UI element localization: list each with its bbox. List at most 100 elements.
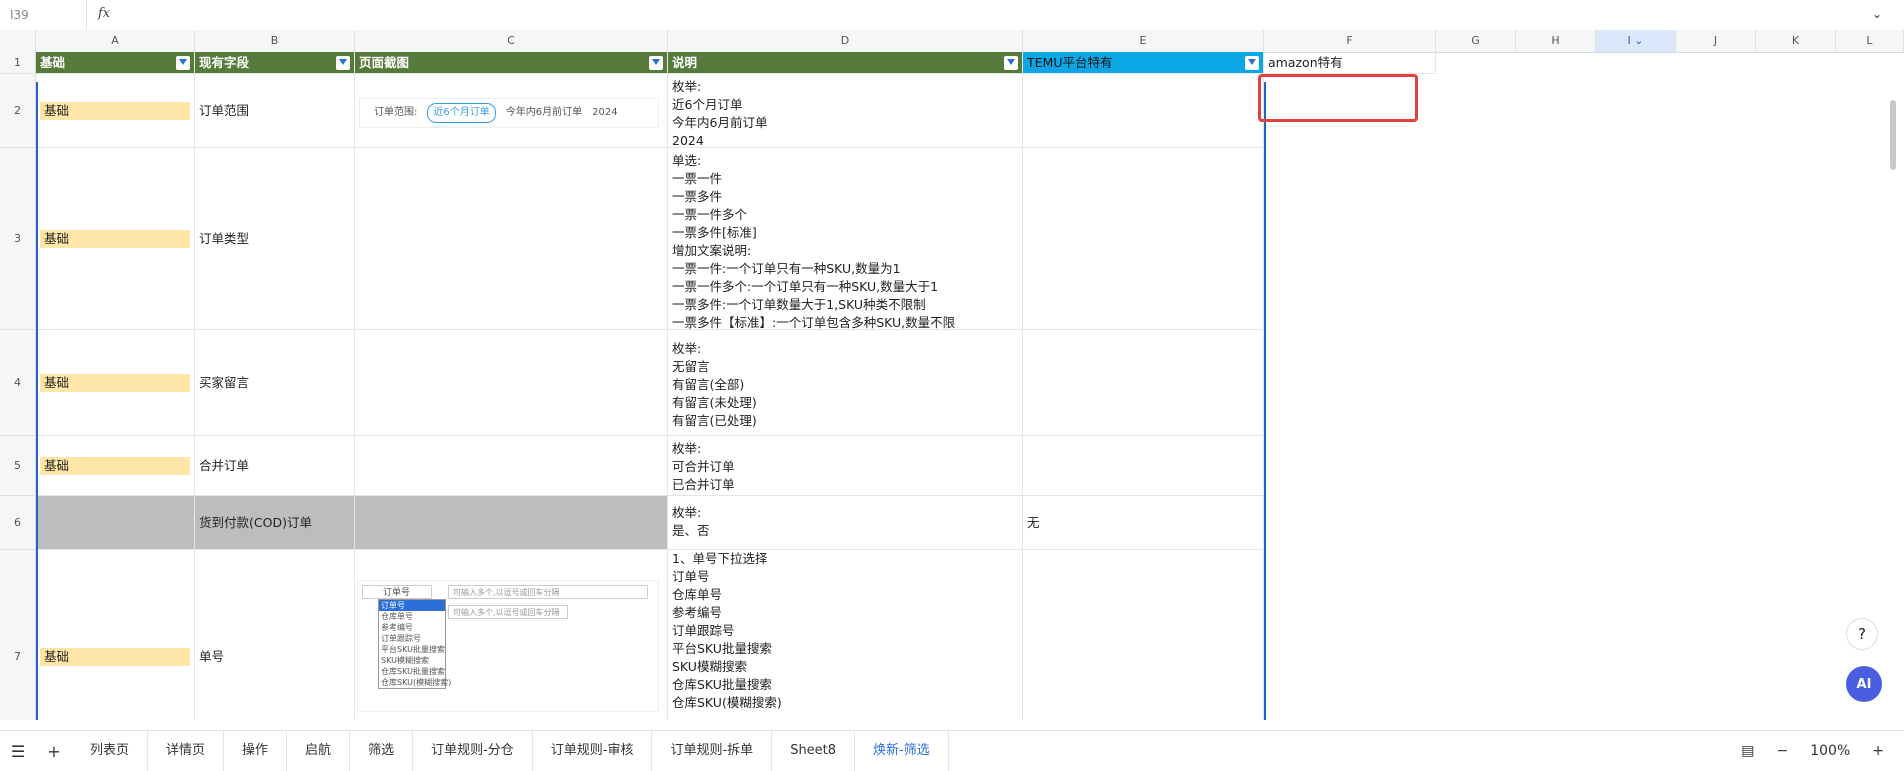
- row-header-7[interactable]: 7: [0, 550, 36, 720]
- add-sheet-icon[interactable]: +: [36, 742, 72, 761]
- filter-icon[interactable]: [1004, 55, 1018, 70]
- zoom-out-button[interactable]: −: [1777, 743, 1789, 759]
- tab-order-rule-review[interactable]: 订单规则-审核: [533, 731, 653, 771]
- vertical-scrollbar-thumb[interactable]: [1890, 100, 1896, 170]
- order-number-select: 订单号: [362, 585, 432, 599]
- column-header-j[interactable]: J: [1676, 30, 1756, 52]
- column-header-e[interactable]: E: [1023, 30, 1264, 52]
- header-cell-d[interactable]: 说明: [668, 52, 1023, 74]
- formula-bar: I39 fx ⌄: [0, 0, 1904, 31]
- cell-c2[interactable]: 订单范围: 近6个月订单 今年内6月前订单 2024: [355, 74, 668, 148]
- help-button[interactable]: ?: [1846, 618, 1878, 650]
- cell-a5[interactable]: 基础: [36, 436, 195, 496]
- tab-order-rule-split[interactable]: 订单规则-拆单: [652, 731, 773, 771]
- row-header-4[interactable]: 4: [0, 330, 36, 436]
- order-number-screenshot: 订单号 可输入多个,以逗号或回车分隔 可输入多个,以逗号或回车分隔 订单号 仓库…: [357, 580, 659, 712]
- search-input-2: 可输入多个,以逗号或回车分隔: [448, 605, 568, 619]
- selection-border-left: [36, 82, 38, 720]
- cell-e3[interactable]: [1023, 148, 1264, 330]
- header-cell-a[interactable]: 基础: [36, 52, 195, 74]
- header-cell-c[interactable]: 页面截图: [355, 52, 668, 74]
- tab-refresh-filter[interactable]: 焕新-筛选: [855, 731, 949, 771]
- question-icon: ?: [1858, 625, 1866, 643]
- column-header-a[interactable]: A: [36, 30, 195, 52]
- cell-a6[interactable]: [36, 496, 195, 550]
- filter-icon[interactable]: [649, 55, 663, 70]
- tab-launch[interactable]: 启航: [287, 731, 351, 771]
- cell-b4[interactable]: 买家留言: [195, 330, 355, 436]
- column-header-h[interactable]: H: [1516, 30, 1596, 52]
- sheet-area: A B C D E F G H I ⌄ J K L 1 2 3 4 5 6 7 …: [0, 30, 1904, 720]
- cell-e4[interactable]: [1023, 330, 1264, 436]
- fx-icon: fx: [98, 6, 111, 21]
- column-header-i[interactable]: I ⌄: [1596, 30, 1676, 52]
- selection-border-column-f: [1264, 82, 1266, 720]
- cell-reference-box[interactable]: I39: [10, 8, 29, 22]
- column-header-c[interactable]: C: [355, 30, 668, 52]
- order-range-screenshot: 订单范围: 近6个月订单 今年内6月前订单 2024: [359, 98, 659, 128]
- row-header-3[interactable]: 3: [0, 148, 36, 330]
- cell-c7[interactable]: 订单号 可输入多个,以逗号或回车分隔 可输入多个,以逗号或回车分隔 订单号 仓库…: [355, 550, 668, 720]
- tab-detail-page[interactable]: 详情页: [148, 731, 225, 771]
- tab-operation[interactable]: 操作: [224, 731, 288, 771]
- column-header-k[interactable]: K: [1756, 30, 1836, 52]
- filter-icon[interactable]: [336, 55, 350, 70]
- cell-b5[interactable]: 合并订单: [195, 436, 355, 496]
- filter-icon[interactable]: [176, 55, 190, 70]
- cell-b7[interactable]: 单号: [195, 550, 355, 720]
- row-header-5[interactable]: 5: [0, 436, 36, 496]
- sheet-list-icon[interactable]: ☰: [0, 742, 36, 761]
- cell-e2[interactable]: [1023, 74, 1264, 148]
- cell-e7[interactable]: [1023, 550, 1264, 720]
- column-header-d[interactable]: D: [668, 30, 1023, 52]
- cell-a2[interactable]: 基础: [36, 74, 195, 148]
- layout-icon[interactable]: ▤: [1741, 743, 1754, 759]
- tab-sheet8[interactable]: Sheet8: [772, 731, 856, 771]
- cell-e6[interactable]: 无: [1023, 496, 1264, 550]
- cell-c5[interactable]: [355, 436, 668, 496]
- cell-b3[interactable]: 订单类型: [195, 148, 355, 330]
- ai-sparkle-icon: AI: [1856, 676, 1872, 692]
- column-header-l[interactable]: L: [1836, 30, 1904, 52]
- formula-separator: [86, 0, 87, 30]
- order-number-dropdown: 订单号 仓库单号 参考编号 订单跟踪号 平台SKU批量搜索 SKU模糊搜索 仓库…: [378, 599, 451, 689]
- cell-c3[interactable]: [355, 148, 668, 330]
- tab-list-page[interactable]: 列表页: [72, 731, 149, 771]
- zoom-level[interactable]: 100%: [1810, 743, 1850, 759]
- zoom-in-button[interactable]: +: [1872, 743, 1884, 759]
- filter-icon[interactable]: [1245, 55, 1259, 70]
- column-headers: A B C D E F G H I ⌄ J K L: [0, 30, 1904, 53]
- cell-b6[interactable]: 货到付款(COD)订单: [195, 496, 355, 550]
- chevron-down-icon[interactable]: ⌄: [1872, 7, 1882, 21]
- column-header-f[interactable]: F: [1264, 30, 1436, 52]
- row-header-1[interactable]: 1: [0, 52, 36, 74]
- tab-filter[interactable]: 筛选: [350, 731, 414, 771]
- cell-e5[interactable]: [1023, 436, 1264, 496]
- header-cell-e[interactable]: TEMU平台特有: [1023, 52, 1264, 74]
- cell-a3[interactable]: 基础: [36, 148, 195, 330]
- cell-c4[interactable]: [355, 330, 668, 436]
- column-header-g[interactable]: G: [1436, 30, 1516, 52]
- zoom-controls: ▤ − 100% +: [1741, 731, 1884, 771]
- column-header-b[interactable]: B: [195, 30, 355, 52]
- cell-b2[interactable]: 订单范围: [195, 74, 355, 148]
- cell-a4[interactable]: 基础: [36, 330, 195, 436]
- cell-a7[interactable]: 基础: [36, 550, 195, 720]
- sheet-tab-bar: ☰ + 列表页 详情页 操作 启航 筛选 订单规则-分仓 订单规则-审核 订单规…: [0, 730, 1904, 771]
- cell-d3[interactable]: 单选: 一票一件 一票多件 一票一件多个 一票多件[标准] 增加文案说明: 一票…: [668, 148, 1023, 330]
- row-header-6[interactable]: 6: [0, 496, 36, 550]
- cell-d5[interactable]: 枚举: 可合并订单 已合并订单: [668, 436, 1023, 496]
- cell-c6[interactable]: [355, 496, 668, 550]
- cell-d6[interactable]: 枚举: 是、否: [668, 496, 1023, 550]
- tab-order-rule-warehouse[interactable]: 订单规则-分仓: [413, 731, 533, 771]
- cell-d4[interactable]: 枚举: 无留言 有留言(全部) 有留言(未处理) 有留言(已处理): [668, 330, 1023, 436]
- cell-d2[interactable]: 枚举: 近6个月订单 今年内6月前订单 2024: [668, 74, 1023, 148]
- corner-cell[interactable]: [0, 30, 36, 52]
- cell-d7[interactable]: 1、单号下拉选择 订单号 仓库单号 参考编号 订单跟踪号 平台SKU批量搜索 S…: [668, 550, 1023, 720]
- row-header-2[interactable]: 2: [0, 74, 36, 148]
- header-cell-b[interactable]: 现有字段: [195, 52, 355, 74]
- chevron-down-icon[interactable]: ⌄: [1634, 34, 1643, 47]
- ai-assistant-button[interactable]: AI: [1846, 666, 1882, 702]
- header-cell-f[interactable]: amazon特有: [1264, 52, 1436, 74]
- search-input-1: 可输入多个,以逗号或回车分隔: [448, 585, 648, 599]
